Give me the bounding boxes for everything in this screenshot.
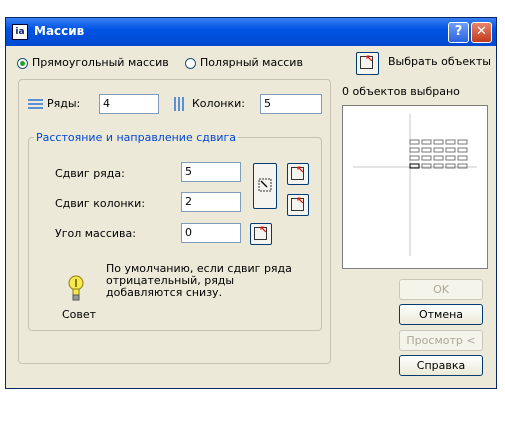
close-button[interactable]: ✕ [471, 22, 492, 43]
preview-array-item [421, 139, 432, 145]
title-bar[interactable]: ia Массив ? ✕ [6, 18, 496, 46]
columns-input[interactable]: 5 [260, 94, 322, 114]
pick-row-offset-button[interactable]: ↖ [287, 163, 309, 185]
offset-group-legend: Расстояние и направление сдвига [34, 131, 239, 144]
array-angle-label: Угол массива: [55, 227, 136, 240]
preview-array-item [445, 147, 456, 153]
rows-input[interactable]: 4 [99, 94, 159, 114]
pick-angle-button[interactable]: ↖ [250, 223, 272, 245]
preview-array-item [433, 147, 444, 153]
row-offset-input[interactable]: 5 [181, 162, 241, 182]
preview-array-item [409, 155, 420, 161]
select-cross-icon: ↖ [365, 54, 374, 65]
preview-array-item [445, 155, 456, 161]
array-preview [342, 105, 488, 269]
columns-label: Колонки: [192, 97, 245, 110]
tip-lightbulb-icon [68, 275, 84, 301]
preview-array-item [421, 155, 432, 161]
columns-icon [174, 97, 184, 111]
pick-both-offsets-button[interactable] [253, 163, 277, 209]
preview-array-item [445, 139, 456, 145]
pick-angle-cross-icon: ↖ [259, 225, 268, 236]
row-offset-label: Сдвиг ряда: [55, 167, 125, 180]
dialog-title: Массив [34, 24, 85, 38]
preview-array-item [457, 139, 468, 145]
column-offset-label: Сдвиг колонки: [55, 197, 146, 210]
tip-text: По умолчанию, если сдвиг ряда отрицатель… [106, 262, 292, 299]
polar-array-radio[interactable] [185, 58, 196, 69]
pick-column-offset-cross-icon: ↖ [296, 196, 305, 207]
app-icon: ia [12, 24, 28, 40]
column-offset-input[interactable]: 2 [181, 192, 241, 212]
ok-button[interactable]: OK [399, 279, 483, 300]
selection-status: 0 объектов выбрано [342, 85, 460, 98]
cancel-button[interactable]: Отмена [399, 304, 483, 325]
pick-row-offset-cross-icon: ↖ [296, 165, 305, 176]
rows-label: Ряды: [47, 97, 81, 110]
preview-array-item [409, 139, 420, 145]
array-dialog: ia Массив ? ✕ Прямоугольный массив Поляр… [5, 17, 497, 389]
tip-title: Совет [62, 308, 97, 321]
pick-both-offsets-icon [258, 178, 272, 192]
select-objects-button[interactable]: ↖ [356, 52, 379, 75]
rectangular-array-label[interactable]: Прямоугольный массив [32, 56, 169, 69]
preview-array-item [433, 139, 444, 145]
rows-icon [28, 99, 43, 109]
pick-column-offset-button[interactable]: ↖ [287, 194, 309, 216]
help-title-button[interactable]: ? [448, 22, 469, 43]
preview-array-item [409, 147, 420, 153]
help-button[interactable]: Справка [399, 355, 483, 376]
preview-array-item [457, 155, 468, 161]
select-objects-label: Выбрать объекты [388, 55, 491, 68]
array-angle-input[interactable]: 0 [181, 223, 241, 243]
preview-array-item [457, 147, 468, 153]
rectangular-array-radio[interactable] [17, 58, 28, 69]
polar-array-label[interactable]: Полярный массив [200, 56, 303, 69]
preview-array-item [433, 155, 444, 161]
preview-array-item [421, 147, 432, 153]
array-preview-canvas [353, 114, 477, 256]
preview-button[interactable]: Просмотр < [399, 330, 483, 351]
